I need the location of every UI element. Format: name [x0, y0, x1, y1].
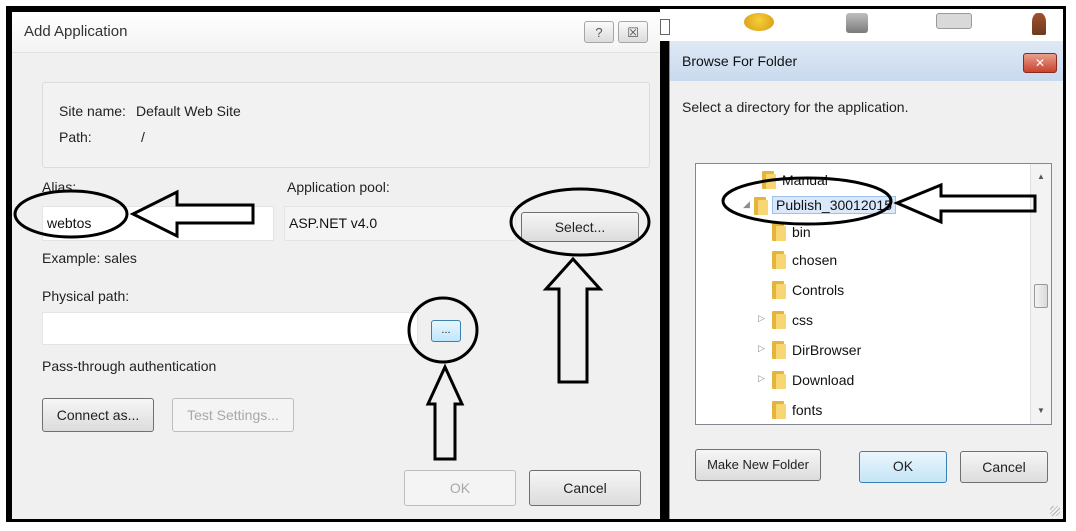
tree-item-fonts[interactable]: fonts: [696, 398, 1026, 422]
close-button[interactable]: ☒: [618, 21, 648, 43]
screenshot-frame: Add Application ? ☒ Site name: Default W…: [6, 6, 1066, 522]
ok-button[interactable]: OK: [859, 451, 947, 483]
tree-item-label: Controls: [792, 282, 845, 298]
desktop-icon: [846, 13, 868, 33]
cancel-button[interactable]: Cancel: [960, 451, 1048, 483]
scrollbar-thumb[interactable]: [1034, 284, 1048, 308]
ok-button[interactable]: OK: [404, 470, 516, 506]
tree-item-manual[interactable]: Manual: [696, 168, 1026, 192]
pass-through-auth-label: Pass-through authentication: [42, 358, 217, 374]
browse-folder-button[interactable]: ...: [431, 320, 461, 342]
vertical-scrollbar[interactable]: ▲ ▼: [1030, 164, 1051, 424]
expander-icon[interactable]: ▷: [758, 373, 765, 384]
folder-icon: [772, 371, 788, 389]
tree-item-label: fonts: [792, 402, 823, 418]
tree-item-dirbrowser[interactable]: ▷ DirBrowser: [696, 338, 1026, 362]
application-pool-field: ASP.NET v4.0: [284, 206, 516, 241]
site-name-value: Default Web Site: [136, 103, 241, 119]
tree-item-chosen[interactable]: chosen: [696, 248, 1026, 272]
tree-item-label: bin: [792, 224, 811, 240]
tree-item-publish[interactable]: ◢ Publish_30012015: [696, 194, 1026, 218]
tree-item-label: DirBrowser: [792, 342, 862, 358]
add-application-dialog: Add Application ? ☒ Site name: Default W…: [12, 12, 660, 519]
folder-icon: [772, 341, 788, 359]
folder-icon: [772, 401, 788, 419]
select-pool-button[interactable]: Select...: [521, 212, 639, 242]
desktop-icon: [936, 13, 972, 29]
cancel-button[interactable]: Cancel: [529, 470, 641, 506]
folder-icon: [772, 223, 788, 241]
path-label: Path:: [59, 129, 92, 145]
tree-item-label: chosen: [792, 252, 838, 268]
tree-item-label: Manual: [782, 172, 828, 188]
scroll-down-icon[interactable]: ▼: [1037, 406, 1045, 415]
folder-icon: [772, 311, 788, 329]
folder-tree[interactable]: Manual ◢ Publish_30012015 bin chosen Con…: [695, 163, 1052, 425]
tree-item-bin[interactable]: bin: [696, 220, 1026, 244]
physical-path-label: Physical path:: [42, 288, 130, 304]
expander-icon[interactable]: ◢: [743, 199, 750, 210]
folder-icon: [772, 281, 788, 299]
close-button[interactable]: ✕: [1023, 53, 1057, 73]
desktop-icon-strip: [660, 9, 1063, 41]
browse-for-folder-dialog: Browse For Folder ✕ Select a directory f…: [669, 41, 1063, 519]
tree-item-label: Download: [792, 372, 855, 388]
expander-icon[interactable]: ▷: [758, 343, 765, 354]
desktop-icon: [660, 19, 670, 35]
tree-item-label: css: [792, 312, 813, 328]
title-bar: Add Application ? ☒: [12, 12, 660, 53]
help-button[interactable]: ?: [584, 21, 614, 43]
folder-icon: [762, 171, 778, 189]
tree-item-controls[interactable]: Controls: [696, 278, 1026, 302]
physical-path-input[interactable]: [42, 312, 418, 345]
path-value: /: [141, 129, 145, 145]
dialog-title: Add Application: [24, 23, 128, 40]
connect-as-button[interactable]: Connect as...: [42, 398, 154, 432]
dialog-title: Browse For Folder: [682, 53, 798, 69]
make-new-folder-button[interactable]: Make New Folder: [695, 449, 821, 481]
scroll-up-icon[interactable]: ▲: [1037, 172, 1045, 181]
folder-icon: [754, 197, 770, 215]
alias-label: Alias:: [42, 179, 77, 195]
alias-input[interactable]: webtos: [42, 206, 274, 241]
application-pool-label: Application pool:: [287, 179, 390, 195]
tree-item-download[interactable]: ▷ Download: [696, 368, 1026, 392]
tree-item-label: Publish_30012015: [772, 196, 896, 214]
test-settings-button[interactable]: Test Settings...: [172, 398, 294, 432]
resize-grip-icon[interactable]: [1050, 506, 1060, 516]
site-name-label: Site name:: [59, 103, 126, 119]
alias-example-text: Example: sales: [42, 250, 137, 266]
desktop-icon: [744, 13, 774, 31]
expander-icon[interactable]: ▷: [758, 313, 765, 324]
site-info-group: Site name: Default Web Site Path: /: [42, 82, 650, 168]
desktop-icon: [1032, 13, 1046, 35]
folder-icon: [772, 251, 788, 269]
instruction-text: Select a directory for the application.: [682, 99, 909, 115]
title-bar: Browse For Folder ✕: [670, 41, 1063, 81]
tree-item-css[interactable]: ▷ css: [696, 308, 1026, 332]
